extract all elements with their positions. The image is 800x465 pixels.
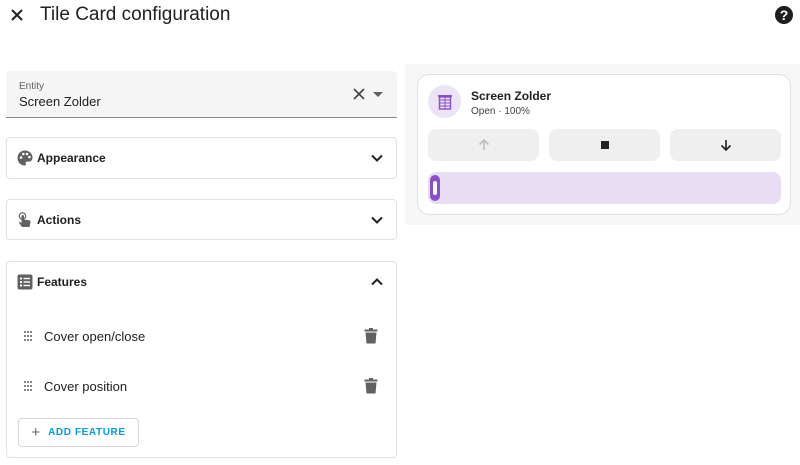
help-circle-icon: ? [779,7,789,23]
chevron-down-icon [371,154,383,162]
appearance-panel-header[interactable]: Appearance [7,138,396,178]
entity-label: Entity [19,81,45,92]
delete-icon[interactable] [364,378,378,394]
tile-name: Screen Zolder [471,89,552,103]
dialog-title: Tile Card configuration [40,4,231,25]
clear-icon[interactable] [352,87,366,101]
features-panel-header[interactable]: Features [7,262,396,302]
slider-handle[interactable] [430,175,440,201]
close-button[interactable] [6,4,28,26]
appearance-panel-title: Appearance [37,151,106,165]
stop-icon [600,141,609,149]
actions-panel-title: Actions [37,213,82,227]
feature-label: Cover position [44,378,128,394]
add-feature-label: ADD FEATURE [48,427,126,438]
window-shutter-icon [437,94,452,110]
arrow-up-icon [478,138,489,150]
close-cover-button[interactable] [670,129,781,161]
help-button[interactable]: ? [775,6,793,24]
dropdown-arrow-icon[interactable] [373,92,383,97]
entity-value[interactable]: Screen Zolder [19,94,101,109]
delete-icon[interactable] [364,328,378,344]
plus-icon: + [31,424,41,441]
card-preview: Screen Zolder Open · 100% [405,64,800,225]
features-panel: Features Cover open/close Cover position… [6,261,397,458]
feature-row: Cover open/close [7,317,396,355]
dialog-header: Tile Card configuration ? [0,0,800,32]
actions-panel: Actions [6,199,397,240]
feature-label: Cover open/close [44,328,146,344]
chevron-up-icon [371,278,383,286]
cover-position-slider[interactable] [428,172,781,204]
palette-icon [17,150,33,166]
drag-handle-icon[interactable] [23,330,33,342]
close-icon [11,9,23,21]
open-cover-button[interactable] [428,129,539,161]
appearance-panel: Appearance [6,137,397,179]
drag-handle-icon[interactable] [23,380,33,392]
chevron-down-icon [371,216,383,224]
actions-panel-header[interactable]: Actions [7,200,396,240]
tile-state: Open · 100% [471,106,530,117]
arrow-down-icon [720,140,731,152]
feature-row: Cover position [7,367,396,405]
list-box-icon [17,274,33,290]
stop-cover-button[interactable] [549,129,660,161]
features-panel-title: Features [37,275,88,289]
entity-picker[interactable]: Entity Screen Zolder [6,71,397,118]
tile-icon-badge[interactable] [428,85,461,118]
tile-card[interactable]: Screen Zolder Open · 100% [417,74,791,215]
gesture-tap-icon [18,212,31,227]
add-feature-button[interactable]: + ADD FEATURE [18,418,139,447]
